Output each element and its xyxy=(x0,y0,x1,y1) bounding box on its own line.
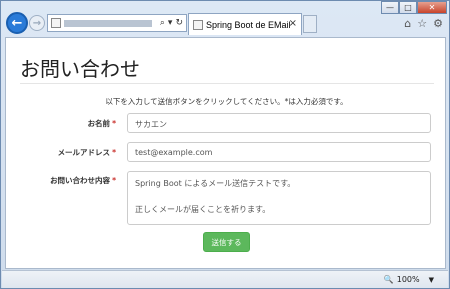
page-content: お問い合わせ 以下を入力して送信ボタンをクリックしてください。*は入力必須です。… xyxy=(5,37,446,269)
zoom-control[interactable]: 🔍 100% ▼ xyxy=(384,275,434,284)
tab-active[interactable]: Spring Boot de EMail × xyxy=(188,13,302,35)
status-bar: 🔍 100% ▼ xyxy=(2,270,448,288)
message-label-text: お問い合わせ内容 xyxy=(50,176,111,185)
title-divider xyxy=(20,83,434,84)
address-bar[interactable]: ⌕ ▾ ↻ xyxy=(47,14,187,32)
message-line: Spring Boot によるメール送信テストです。 xyxy=(135,179,296,188)
tab-favicon-icon xyxy=(193,19,203,30)
message-label: お問い合わせ内容 * xyxy=(6,175,116,186)
browser-tools: ⌂ ☆ ⚙ xyxy=(404,17,443,30)
email-label: メールアドレス * xyxy=(6,147,116,158)
message-textarea[interactable]: Spring Boot によるメール送信テストです。 正しくメールが届くことを祈… xyxy=(127,171,431,225)
browser-window: ← → ⌕ ▾ ↻ Spring Boot de EMail × — □ ✕ ⌂… xyxy=(0,0,450,289)
minimize-button[interactable]: — xyxy=(381,1,399,14)
favorites-star-icon[interactable]: ☆ xyxy=(417,17,427,30)
submit-button[interactable]: 送信する xyxy=(203,232,250,252)
required-mark: * xyxy=(112,176,116,185)
page-icon xyxy=(51,18,61,28)
home-icon[interactable]: ⌂ xyxy=(404,17,411,30)
zoom-level: 100% xyxy=(396,275,420,284)
zoom-icon: 🔍 xyxy=(383,275,394,284)
page-title: お問い合わせ xyxy=(20,57,140,81)
new-tab-button[interactable] xyxy=(303,15,317,33)
forward-arrow-icon[interactable]: → xyxy=(29,15,45,31)
maximize-button[interactable]: □ xyxy=(399,1,417,14)
form-instructions: 以下を入力して送信ボタンをクリックしてください。*は入力必須です。 xyxy=(105,97,348,106)
message-line xyxy=(135,190,423,203)
back-arrow-icon[interactable]: ← xyxy=(6,12,28,34)
gear-icon[interactable]: ⚙ xyxy=(433,17,443,30)
refresh-icon[interactable]: ↻ xyxy=(175,18,183,28)
name-label: お名前 * xyxy=(6,118,116,129)
chevron-down-icon[interactable]: ▼ xyxy=(429,276,434,284)
browser-toolbar: ← → ⌕ ▾ ↻ Spring Boot de EMail × — □ ✕ ⌂… xyxy=(1,1,449,37)
name-label-text: お名前 xyxy=(87,119,111,128)
required-mark: * xyxy=(112,119,116,128)
required-mark: * xyxy=(112,148,116,157)
email-field[interactable]: test@example.com xyxy=(127,142,431,162)
close-window-button[interactable]: ✕ xyxy=(417,1,447,14)
chevron-down-icon[interactable]: ▾ xyxy=(168,18,173,28)
message-line: 正しくメールが届くことを祈ります。 xyxy=(135,205,271,214)
tab-close-icon[interactable]: × xyxy=(289,18,297,29)
address-url-redacted xyxy=(64,20,152,27)
name-field[interactable]: サカエン xyxy=(127,113,431,133)
email-label-text: メールアドレス xyxy=(57,148,111,157)
search-icon[interactable]: ⌕ xyxy=(160,18,165,28)
window-controls: — □ ✕ xyxy=(381,1,447,14)
tab-title: Spring Boot de EMail xyxy=(206,19,291,30)
